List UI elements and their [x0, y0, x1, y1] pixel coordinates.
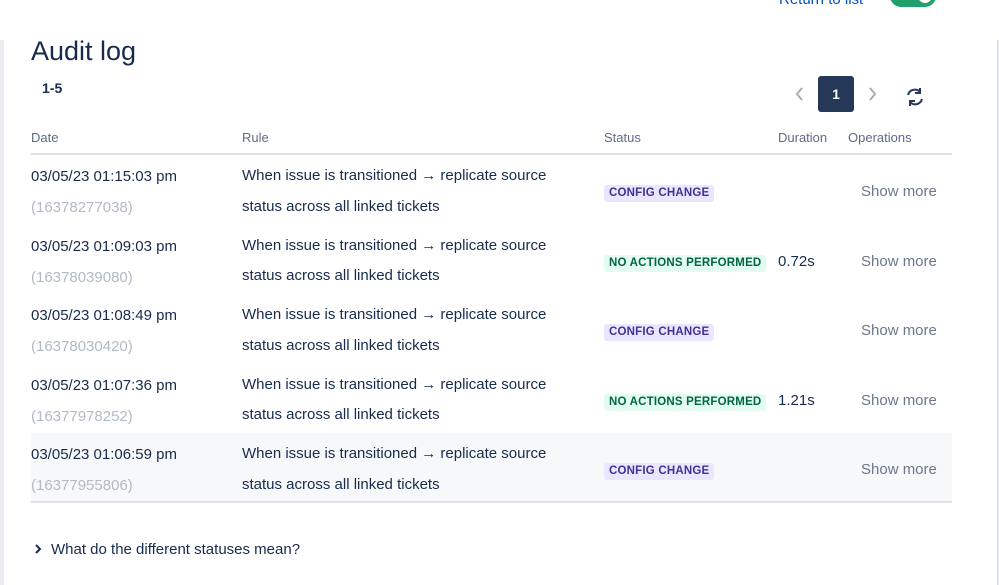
show-more-link[interactable]: Show more — [861, 392, 937, 409]
status-badge: NO ACTIONS PERFORMED — [604, 254, 767, 272]
status-badge: NO ACTIONS PERFORMED — [604, 393, 767, 411]
column-header-duration: Duration — [778, 130, 828, 145]
row-id: (16378039080) — [31, 268, 133, 286]
page-title: Audit log — [31, 36, 137, 66]
row-id: (16377955806) — [31, 477, 133, 495]
chevron-left-icon[interactable] — [786, 76, 814, 112]
row-id: (16378030420) — [31, 338, 133, 356]
row-rule: When issue is transitioned → replicate s… — [242, 375, 547, 424]
left-panel-border — [0, 40, 4, 585]
row-date: 03/05/23 01:15:03 pm — [31, 168, 177, 185]
chevron-right-icon[interactable] — [858, 76, 886, 112]
column-header-date: Date — [31, 130, 59, 145]
refresh-icon[interactable] — [902, 84, 928, 110]
table-header: Date Rule Status Duration Operations — [31, 126, 952, 155]
table-row: 03/05/23 01:15:03 pm (16378277038) When … — [31, 155, 952, 225]
chevron-right-icon — [34, 542, 42, 558]
result-range: 1-5 — [42, 80, 63, 96]
show-more-link[interactable]: Show more — [861, 461, 937, 478]
row-duration: 0.72s — [778, 252, 815, 270]
statuses-help-label: What do the different statuses mean? — [51, 541, 301, 558]
pagination: 1 — [786, 76, 886, 112]
toggle-switch[interactable] — [890, 0, 936, 7]
row-rule: When issue is transitioned → replicate s… — [242, 445, 547, 493]
toggle-knob — [918, 0, 932, 3]
row-id: (16377978252) — [31, 407, 133, 425]
row-date: 03/05/23 01:06:59 pm — [31, 446, 177, 464]
status-badge: CONFIG CHANGE — [604, 324, 715, 342]
column-header-rule: Rule — [242, 130, 269, 145]
audit-log-table: Date Rule Status Duration Operations 03/… — [31, 126, 952, 503]
row-rule: When issue is transitioned → replicate s… — [242, 306, 547, 354]
table-row: 03/05/23 01:08:49 pm (16378030420) When … — [31, 294, 952, 364]
row-date: 03/05/23 01:09:03 pm — [31, 237, 177, 255]
row-rule: When issue is transitioned → replicate s… — [242, 167, 547, 215]
statuses-help-toggle[interactable]: What do the different statuses mean? — [34, 541, 300, 558]
status-badge: CONFIG CHANGE — [604, 185, 715, 202]
table-row: 03/05/23 01:06:59 pm (16377955806) When … — [31, 433, 952, 503]
status-badge: CONFIG CHANGE — [604, 463, 715, 481]
return-to-list-link[interactable]: Return to list — [779, 0, 863, 8]
page-button-current[interactable]: 1 — [818, 76, 854, 112]
row-id: (16378277038) — [31, 199, 133, 216]
column-header-operations: Operations — [848, 130, 912, 145]
show-more-link[interactable]: Show more — [861, 183, 937, 200]
row-duration: 1.21s — [778, 391, 815, 409]
show-more-link[interactable]: Show more — [861, 322, 937, 339]
show-more-link[interactable]: Show more — [861, 253, 937, 270]
table-row: 03/05/23 01:07:36 pm (16377978252) When … — [31, 364, 952, 434]
table-row: 03/05/23 01:09:03 pm (16378039080) When … — [31, 225, 952, 295]
row-date: 03/05/23 01:08:49 pm — [31, 307, 177, 325]
column-header-status: Status — [604, 130, 641, 145]
row-rule: When issue is transitioned → replicate s… — [242, 236, 547, 285]
top-bar: Return to list — [0, 0, 999, 11]
row-date: 03/05/23 01:07:36 pm — [31, 376, 177, 394]
